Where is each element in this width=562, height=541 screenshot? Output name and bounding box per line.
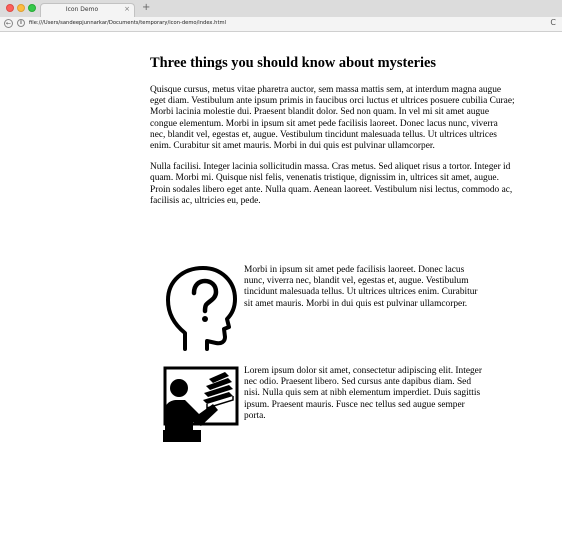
info-icon[interactable]: i: [17, 19, 25, 27]
new-tab-button[interactable]: +: [142, 2, 150, 14]
paragraph-2: Nulla facilisi. Integer lacinia sollicit…: [150, 162, 513, 206]
paragraph-1: Quisque cursus, metus vitae pharetra auc…: [150, 85, 515, 152]
media-item-1: Morbi in ipsum sit amet pede facilisis l…: [163, 265, 478, 355]
media-text-2: Lorem ipsum dolor sit amet, consectetur …: [244, 366, 482, 421]
media-text-1: Morbi in ipsum sit amet pede facilisis l…: [244, 265, 478, 309]
head-question-icon: [163, 265, 238, 351]
tab-title: Icon Demo: [65, 6, 99, 13]
page-title: Three things you should know about myste…: [150, 55, 436, 71]
address-bar[interactable]: file:///Users/sandeepjunnarkar/Documents…: [29, 20, 226, 26]
page-content: Three things you should know about myste…: [150, 54, 515, 217]
browser-nav-bar: ← i file:///Users/sandeepjunnarkar/Docum…: [0, 17, 562, 32]
browser-tab[interactable]: Icon Demo ×: [40, 3, 135, 17]
tab-close-icon[interactable]: ×: [124, 5, 130, 13]
minimize-window-button[interactable]: [17, 4, 25, 12]
media-item-2: Lorem ipsum dolor sit amet, consectetur …: [163, 366, 482, 446]
zoom-window-button[interactable]: [28, 4, 36, 12]
back-arrow-icon[interactable]: ←: [4, 19, 13, 28]
reload-icon[interactable]: C: [550, 18, 556, 27]
teacher-books-icon: [163, 366, 239, 446]
close-window-button[interactable]: [6, 4, 14, 12]
browser-tab-bar: Icon Demo × +: [0, 0, 562, 18]
